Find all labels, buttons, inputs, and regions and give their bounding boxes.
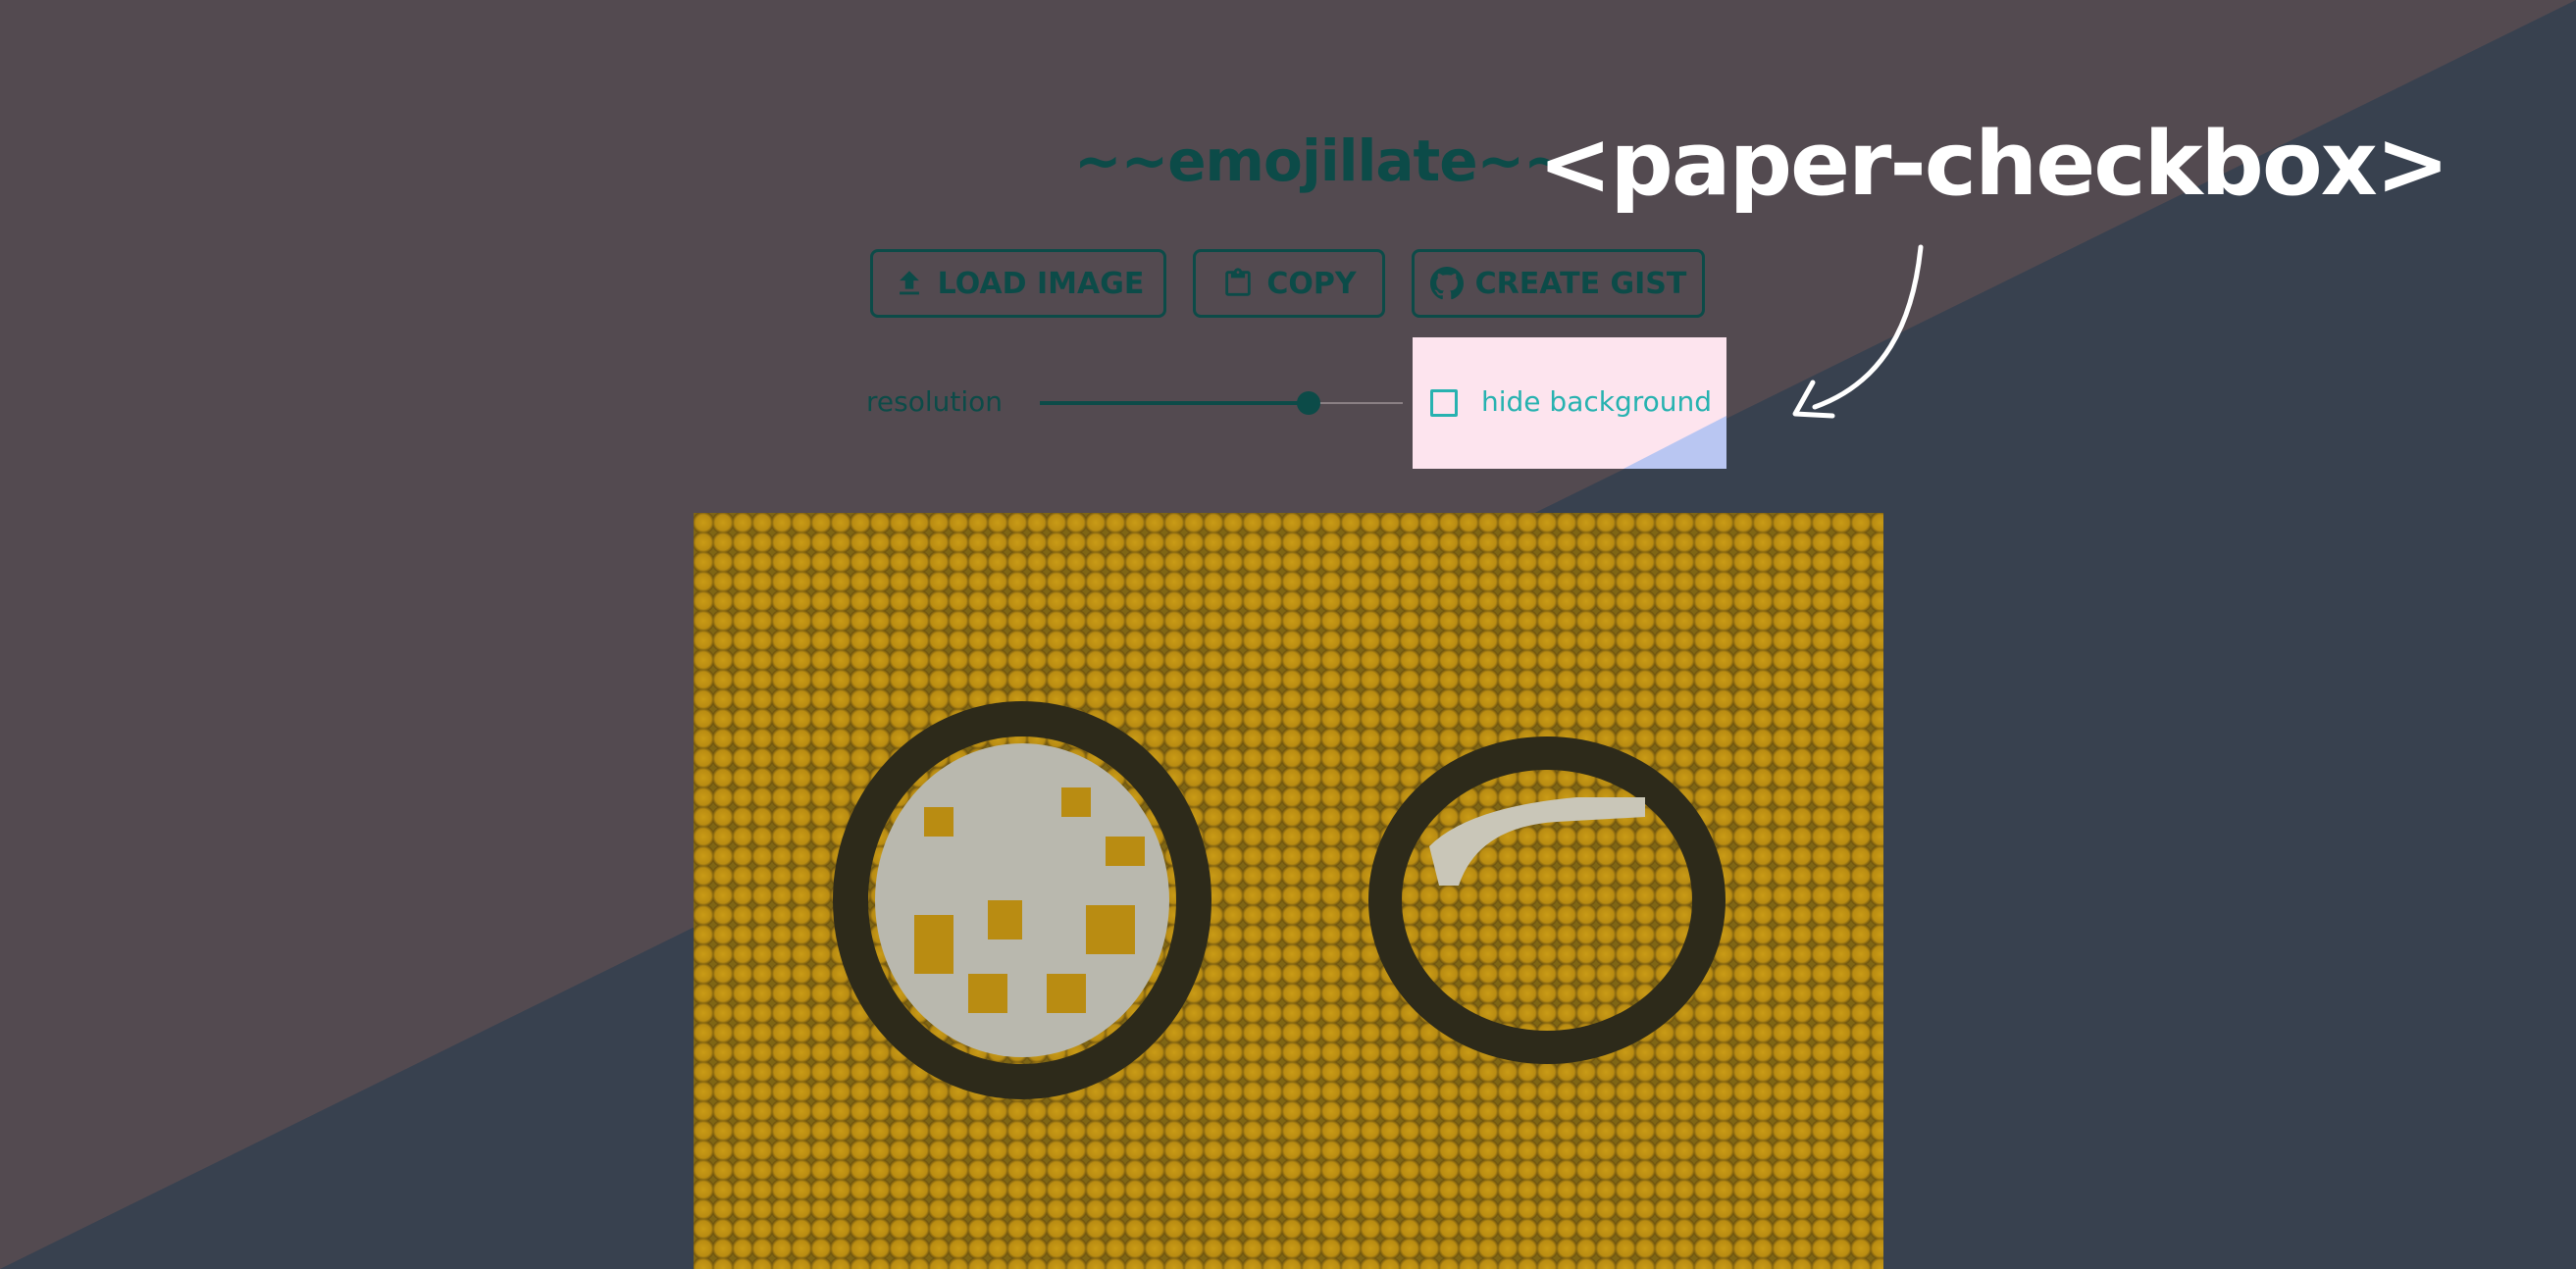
emoji-mosaic-output — [694, 513, 1883, 1269]
load-image-button[interactable]: LOAD IMAGE — [870, 249, 1166, 318]
clipboard-icon — [1225, 268, 1252, 296]
create-gist-label: CREATE GIST — [1474, 266, 1687, 301]
controls-row: resolution hide background — [863, 337, 1746, 471]
resolution-slider[interactable] — [1040, 388, 1403, 418]
copy-button[interactable]: COPY — [1193, 249, 1385, 318]
slider-knob[interactable] — [1296, 391, 1320, 415]
copy-label: COPY — [1266, 266, 1357, 301]
component-label: <paper-checkbox> — [1538, 113, 2449, 216]
toolbar: LOAD IMAGE COPY CREATE GIST — [870, 249, 1705, 324]
paper-checkbox-demo: hide background — [1413, 337, 1726, 469]
github-icon — [1429, 267, 1464, 300]
slider-fill — [1040, 401, 1309, 405]
curved-arrow-icon — [1792, 244, 1924, 419]
load-image-label: LOAD IMAGE — [937, 266, 1145, 301]
hide-background-label: hide background — [1481, 385, 1713, 418]
app-title: ~~emojillate~~ — [1074, 127, 1571, 194]
upload-icon — [899, 271, 919, 295]
mosaic-shapes — [833, 701, 1726, 1099]
create-gist-button[interactable]: CREATE GIST — [1412, 249, 1705, 318]
hide-background-checkbox[interactable] — [1430, 389, 1458, 417]
resolution-label: resolution — [866, 385, 1004, 418]
